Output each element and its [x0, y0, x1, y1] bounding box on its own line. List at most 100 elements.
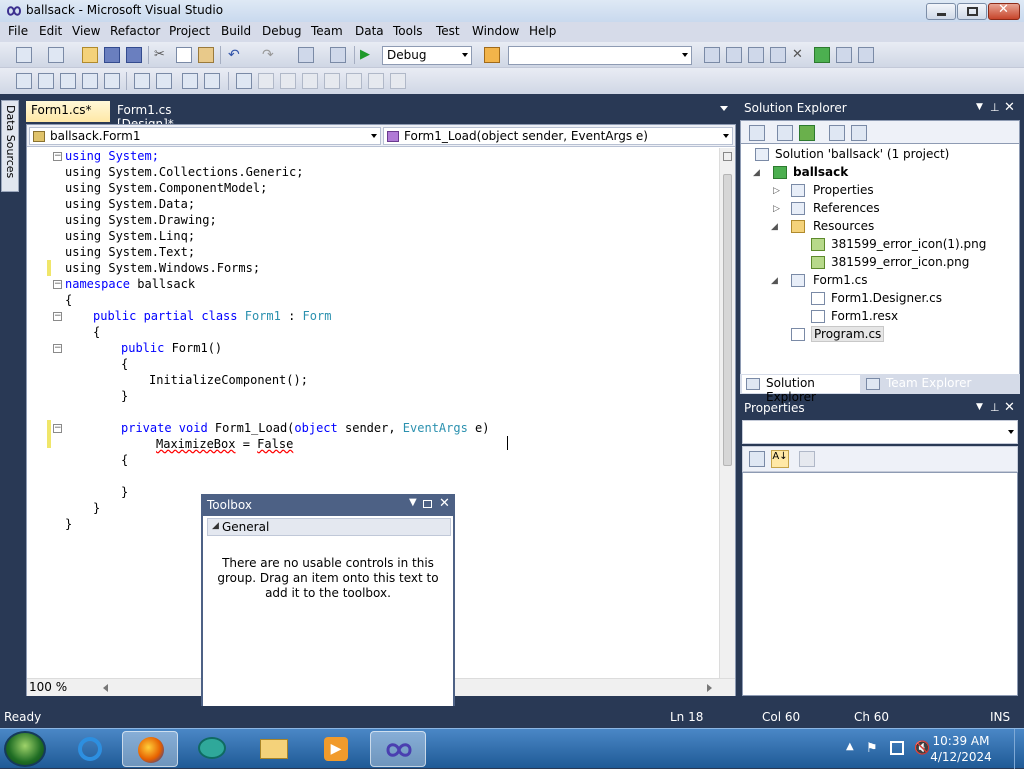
object-member-list-icon[interactable]: [16, 73, 32, 89]
show-desktop-button[interactable]: [1014, 729, 1024, 769]
alphabetical-icon[interactable]: A↓: [771, 450, 789, 468]
taskbar-chat-app[interactable]: [184, 731, 240, 767]
system-clock[interactable]: 10:39 AM 4/12/2024: [926, 733, 996, 765]
menu-tools[interactable]: Tools: [393, 24, 423, 38]
tab-form1-cs[interactable]: Form1.cs*: [26, 101, 110, 122]
toggle-bookmark-icon[interactable]: [236, 73, 252, 89]
tree-item-references[interactable]: References: [813, 201, 880, 215]
tree-item-resources[interactable]: Resources: [813, 219, 874, 233]
solution-explorer-header[interactable]: Solution Explorer ▼ ⊥ ✕: [740, 100, 1020, 118]
minimize-button[interactable]: [926, 3, 956, 20]
close-icon[interactable]: ✕: [1004, 400, 1015, 415]
parameter-info-icon[interactable]: [38, 73, 54, 89]
menu-refactor[interactable]: Refactor: [110, 24, 160, 38]
next-bookmark-icon[interactable]: [280, 73, 296, 89]
menu-test[interactable]: Test: [436, 24, 460, 38]
clear-bookmarks-icon[interactable]: [390, 73, 406, 89]
collapse-icon[interactable]: −: [53, 152, 62, 161]
menu-file[interactable]: File: [8, 24, 28, 38]
add-item-icon[interactable]: [48, 47, 64, 63]
network-icon[interactable]: [890, 741, 904, 755]
find-combo[interactable]: [508, 46, 692, 65]
uncomment-icon[interactable]: [204, 73, 220, 89]
close-button[interactable]: ✕: [988, 2, 1020, 20]
toolbox-icon[interactable]: [770, 47, 786, 63]
menu-data[interactable]: Data: [355, 24, 384, 38]
solution-configuration-select[interactable]: Debug: [382, 46, 472, 65]
types-combo[interactable]: ballsack.Form1: [29, 127, 381, 145]
find-in-files-icon[interactable]: [484, 47, 500, 63]
output-window-icon[interactable]: [858, 47, 874, 63]
menu-edit[interactable]: Edit: [39, 24, 62, 38]
collapsed-arrow-icon[interactable]: ▷: [773, 204, 780, 214]
categorized-icon[interactable]: [749, 451, 765, 467]
members-combo[interactable]: Form1_Load(object sender, EventArgs e): [383, 127, 733, 145]
decrease-indent-icon[interactable]: [134, 73, 150, 89]
property-pages-icon[interactable]: [799, 451, 815, 467]
show-all-files-icon[interactable]: [777, 125, 793, 141]
window-position-icon[interactable]: ▼: [976, 102, 983, 112]
show-hidden-icons[interactable]: ▲: [846, 741, 854, 752]
tree-item-form1-resx[interactable]: Form1.resx: [831, 309, 898, 323]
display-word-completion-icon[interactable]: [104, 73, 120, 89]
comment-out-icon[interactable]: [182, 73, 198, 89]
save-all-icon[interactable]: [126, 47, 142, 63]
tree-item-program[interactable]: Program.cs: [811, 326, 885, 342]
view-class-diagram-icon[interactable]: [851, 125, 867, 141]
action-center-flag-icon[interactable]: ⚑: [866, 741, 880, 756]
command-window-icon[interactable]: [836, 47, 852, 63]
paste-icon[interactable]: [198, 47, 214, 63]
save-icon[interactable]: [104, 47, 120, 63]
scroll-left-icon[interactable]: [103, 684, 108, 692]
window-position-icon[interactable]: ▼: [409, 497, 417, 508]
tab-solution-explorer[interactable]: Solution Explorer: [742, 375, 860, 404]
extension-manager-icon[interactable]: ✕: [792, 47, 808, 63]
properties-window-icon[interactable]: [726, 47, 742, 63]
tree-item-resource-1[interactable]: 381599_error_icon(1).png: [831, 237, 986, 251]
active-files-dropdown-icon[interactable]: [720, 106, 728, 111]
tree-item-project[interactable]: ballsack: [793, 165, 848, 179]
taskbar-media-player[interactable]: ▶: [308, 731, 364, 767]
vertical-scrollbar[interactable]: [719, 148, 735, 678]
menu-build[interactable]: Build: [221, 24, 251, 38]
copy-icon[interactable]: [176, 47, 192, 63]
maximize-icon[interactable]: [423, 500, 432, 508]
collapse-icon[interactable]: −: [53, 280, 62, 289]
vertical-scroll-thumb[interactable]: [723, 174, 732, 466]
undo-icon[interactable]: ↶: [228, 47, 244, 63]
complete-word-icon[interactable]: [82, 73, 98, 89]
menu-view[interactable]: View: [72, 24, 100, 38]
maximize-button[interactable]: [957, 3, 987, 20]
tree-item-properties[interactable]: Properties: [813, 183, 874, 197]
properties-icon[interactable]: [749, 125, 765, 141]
expanded-arrow-icon[interactable]: ◢: [771, 222, 778, 232]
start-page-icon[interactable]: [814, 47, 830, 63]
next-bookmark-folder-icon[interactable]: [324, 73, 340, 89]
expanded-arrow-icon[interactable]: ◢: [771, 276, 778, 286]
taskbar-file-explorer[interactable]: [246, 731, 302, 767]
previous-bookmark-folder-icon[interactable]: [302, 73, 318, 89]
open-file-icon[interactable]: [82, 47, 98, 63]
collapse-icon[interactable]: −: [53, 344, 62, 353]
pin-icon[interactable]: ⊥: [990, 101, 1000, 114]
next-bookmark-document-icon[interactable]: [368, 73, 384, 89]
redo-icon[interactable]: ↷: [262, 47, 278, 63]
collapse-icon[interactable]: −: [53, 312, 62, 321]
collapse-icon[interactable]: −: [53, 424, 62, 433]
tree-item-resource-2[interactable]: 381599_error_icon.png: [831, 255, 969, 269]
previous-bookmark-document-icon[interactable]: [346, 73, 362, 89]
scroll-right-icon[interactable]: [707, 684, 712, 692]
increase-indent-icon[interactable]: [156, 73, 172, 89]
taskbar-visual-studio[interactable]: [370, 731, 426, 767]
menu-team[interactable]: Team: [311, 24, 343, 38]
zoom-select[interactable]: 100 %: [29, 680, 89, 696]
view-code-icon[interactable]: [829, 125, 845, 141]
start-button[interactable]: [4, 731, 46, 767]
window-position-icon[interactable]: ▼: [976, 402, 983, 412]
navigate-backward-icon[interactable]: [298, 47, 314, 63]
taskbar-internet-explorer[interactable]: [62, 731, 118, 767]
start-debugging-icon[interactable]: ▶: [360, 47, 376, 63]
menu-project[interactable]: Project: [169, 24, 210, 38]
toolbox-header[interactable]: Toolbox ▼ ✕: [203, 496, 453, 516]
object-browser-icon[interactable]: [748, 47, 764, 63]
